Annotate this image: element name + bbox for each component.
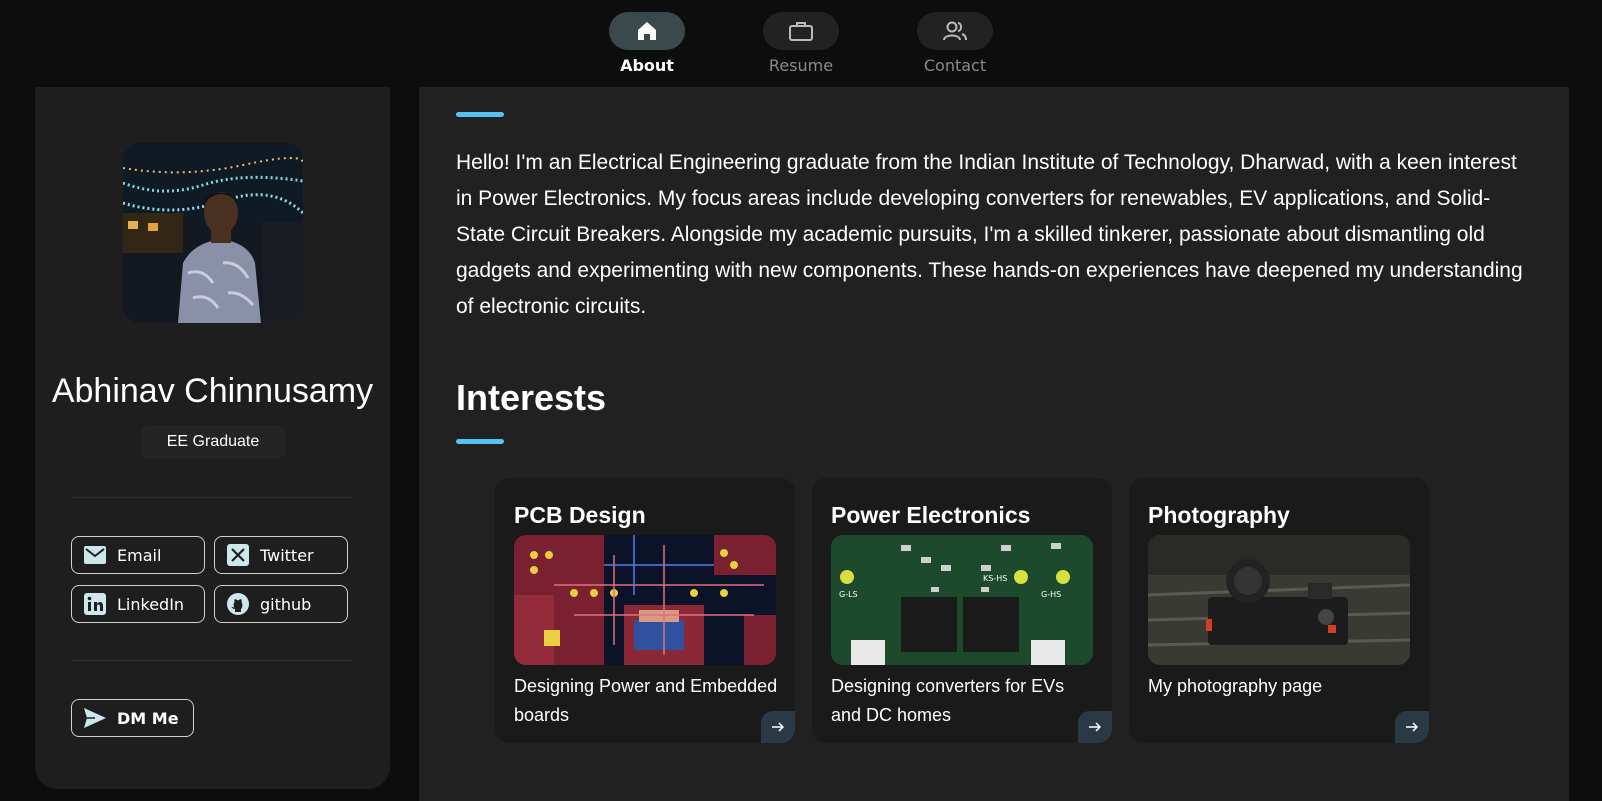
github-button[interactable]: github — [214, 585, 348, 623]
nav-about[interactable]: About — [609, 12, 685, 86]
card-arrow-button[interactable] — [761, 711, 795, 743]
twitter-button[interactable]: Twitter — [214, 536, 348, 574]
send-icon — [84, 708, 106, 728]
card-description: Designing Power and Embedded boards — [514, 676, 778, 725]
home-icon — [638, 22, 656, 40]
nav-contact[interactable]: Contact — [917, 12, 993, 86]
twitter-label: Twitter — [260, 545, 314, 565]
card-arrow-button[interactable] — [1395, 711, 1429, 743]
interest-card-photography[interactable]: Photography My photography page — [1129, 478, 1429, 743]
arrow-right-icon — [1406, 722, 1419, 732]
divider — [72, 497, 352, 498]
svg-text:KS-HS: KS-HS — [983, 574, 1007, 583]
profile-sidebar: Abhinav Chinnusamy EE Graduate Email Twi… — [35, 87, 390, 789]
nav-resume[interactable]: Resume — [763, 12, 839, 86]
camera-image — [1148, 535, 1410, 665]
users-icon — [943, 21, 967, 41]
email-button[interactable]: Email — [71, 536, 205, 574]
interest-card-pcb[interactable]: PCB Design Designing Power and Embedded … — [495, 478, 795, 743]
profile-title-badge: EE Graduate — [141, 425, 285, 459]
card-arrow-button[interactable] — [1078, 711, 1112, 743]
main-content: Hello! I'm an Electrical Engineering gra… — [419, 87, 1569, 801]
divider — [72, 660, 352, 661]
linkedin-label: LinkedIn — [117, 594, 185, 614]
nav-contact-pill[interactable] — [917, 12, 993, 50]
dm-me-button[interactable]: DM Me — [71, 699, 194, 737]
pcb-image — [514, 535, 776, 665]
power-board-image: G-LS KS-HS G-HS — [831, 535, 1093, 665]
arrow-right-icon — [1089, 722, 1102, 732]
linkedin-icon — [84, 593, 106, 615]
avatar — [123, 143, 303, 323]
card-description: Designing converters for EVs and DC home… — [831, 676, 1065, 725]
briefcase-icon — [789, 22, 813, 41]
avatar-photo — [123, 143, 303, 323]
about-accent-bar — [456, 112, 504, 117]
nav-contact-label: Contact — [923, 56, 987, 75]
interests-accent-bar — [456, 439, 504, 444]
linkedin-button[interactable]: LinkedIn — [71, 585, 205, 623]
arrow-right-icon — [772, 722, 785, 732]
card-title: PCB Design — [514, 502, 646, 528]
card-title: Photography — [1148, 502, 1290, 528]
mail-icon — [84, 546, 106, 564]
svg-text:G-HS: G-HS — [1041, 590, 1061, 599]
card-title: Power Electronics — [831, 502, 1031, 528]
github-icon — [227, 593, 249, 615]
dm-label: DM Me — [117, 708, 179, 728]
profile-name: Abhinav Chinnusamy — [51, 372, 374, 410]
nav-resume-pill[interactable] — [763, 12, 839, 50]
top-navigation: About Resume Contact — [0, 0, 1602, 86]
svg-text:G-LS: G-LS — [839, 590, 858, 599]
github-label: github — [260, 594, 312, 614]
interest-card-power-electronics[interactable]: Power Electronics G-LS KS-HS G-HS Design… — [812, 478, 1112, 743]
nav-resume-label: Resume — [768, 56, 834, 75]
nav-about-label: About — [620, 56, 674, 75]
about-text: Hello! I'm an Electrical Engineering gra… — [456, 151, 1523, 318]
nav-about-pill[interactable] — [609, 12, 685, 50]
email-label: Email — [117, 545, 162, 565]
interests-heading: Interests — [456, 377, 607, 418]
card-description: My photography page — [1148, 676, 1323, 696]
x-twitter-icon — [227, 544, 249, 566]
